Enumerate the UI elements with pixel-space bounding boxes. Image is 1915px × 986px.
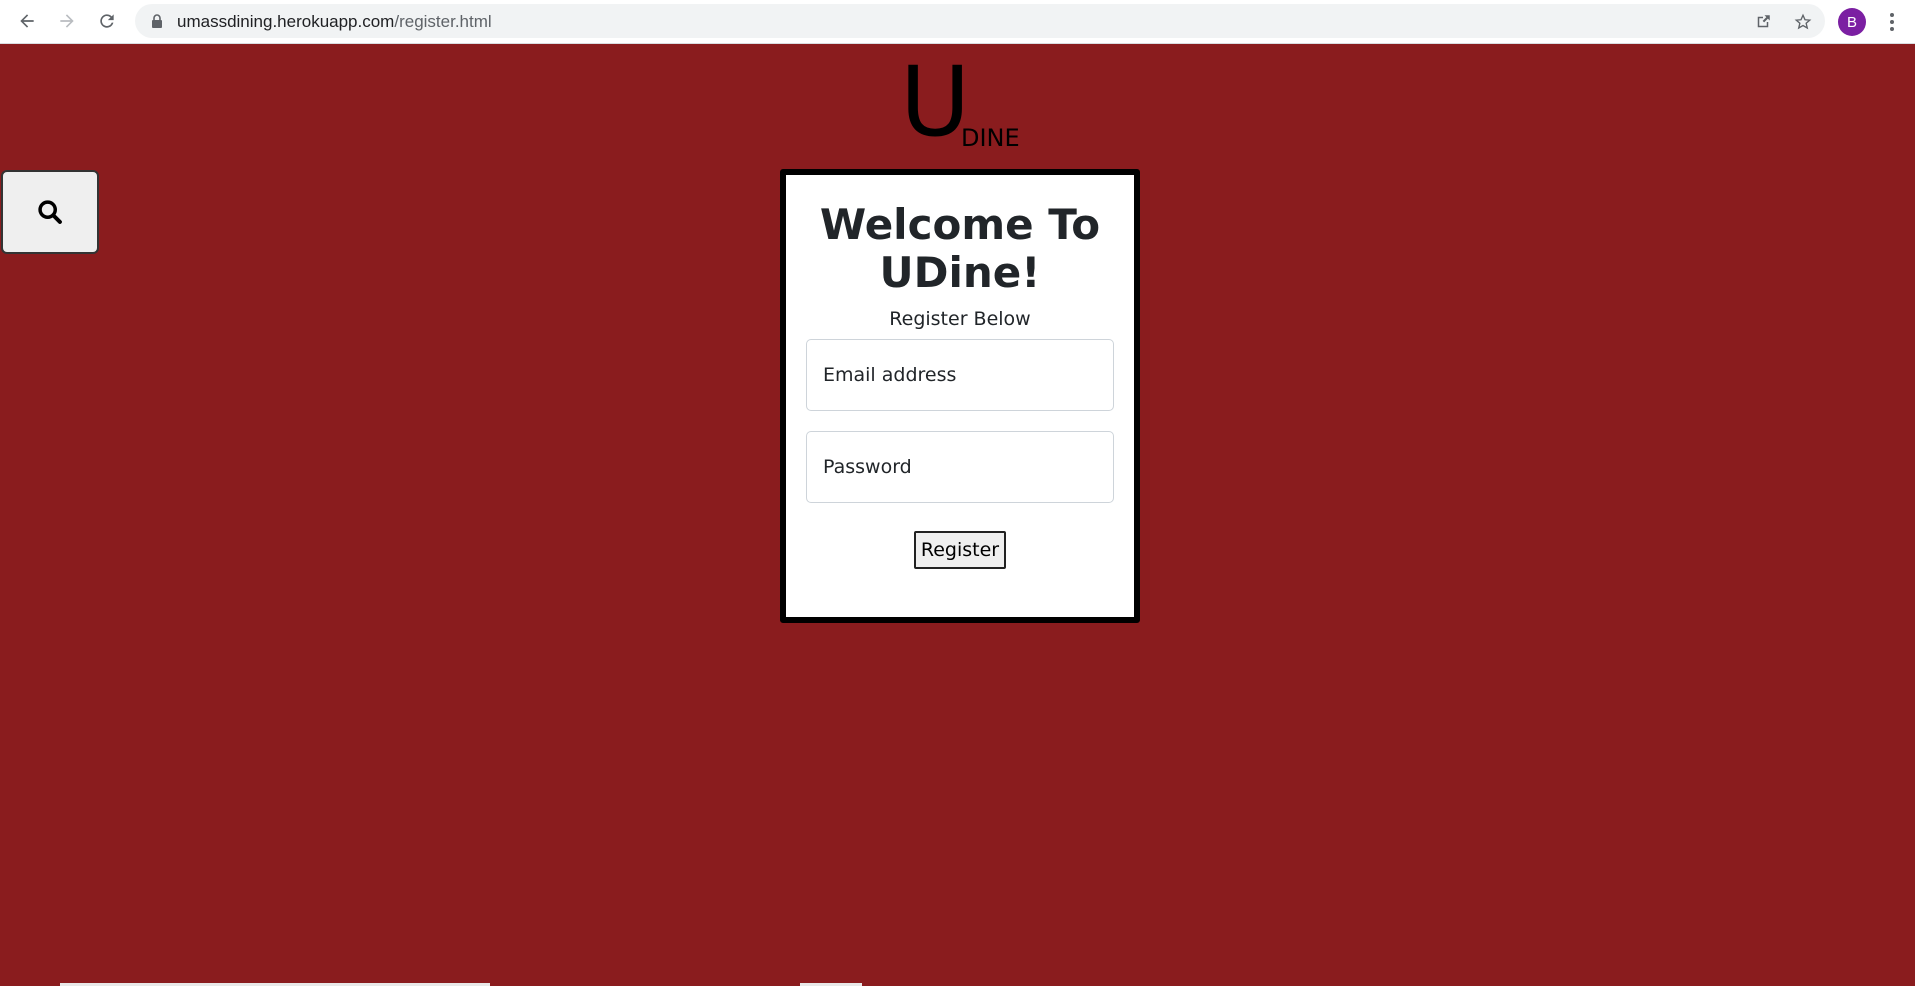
search-icon <box>38 200 62 224</box>
logo-letter: U <box>900 46 971 158</box>
email-field[interactable] <box>806 339 1114 411</box>
url-host: umassdining.herokuapp.com <box>177 12 395 31</box>
forward-icon[interactable] <box>52 6 82 36</box>
reload-icon[interactable] <box>92 6 122 36</box>
register-subtitle: Register Below <box>889 308 1031 330</box>
page-title: Welcome To UDine! <box>819 200 1101 297</box>
register-card: Welcome To UDine! Register Below Registe… <box>780 169 1140 623</box>
logo-suffix: DINE <box>961 124 1020 152</box>
more-menu-icon[interactable] <box>1882 8 1902 36</box>
browser-toolbar: umassdining.herokuapp.com/register.html … <box>0 0 1915 44</box>
back-icon[interactable] <box>12 6 42 36</box>
bookmark-star-icon[interactable] <box>1792 11 1814 33</box>
profile-avatar[interactable]: B <box>1838 8 1866 36</box>
udine-logo: U DINE <box>900 54 1030 154</box>
address-bar[interactable]: umassdining.herokuapp.com/register.html <box>135 4 1825 38</box>
url-text: umassdining.herokuapp.com/register.html <box>177 12 492 32</box>
password-field[interactable] <box>806 431 1114 503</box>
register-button[interactable]: Register <box>914 531 1006 569</box>
url-path: /register.html <box>394 12 492 31</box>
search-button[interactable] <box>1 170 99 254</box>
share-icon[interactable] <box>1752 11 1774 33</box>
lock-icon <box>152 14 162 28</box>
